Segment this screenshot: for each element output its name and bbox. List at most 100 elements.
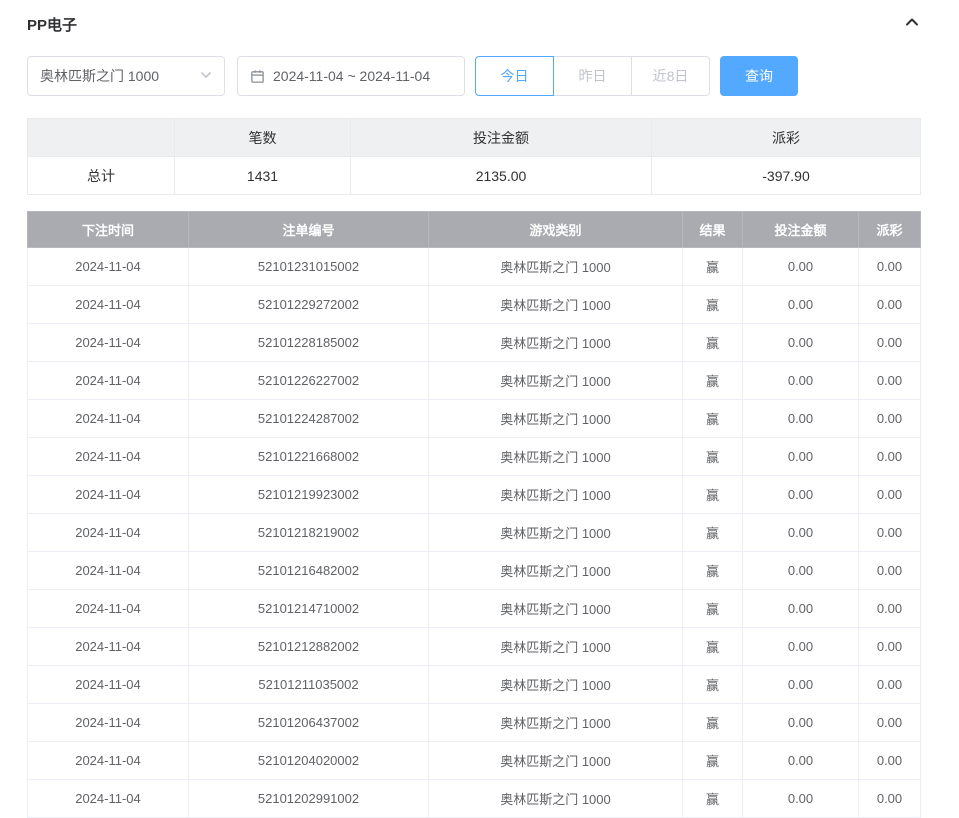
cell-bet-time: 2024-11-04 (28, 704, 189, 742)
cell-bet-amount: 0.00 (743, 286, 859, 324)
cell-bet-time: 2024-11-04 (28, 286, 189, 324)
summary-table: 笔数 投注金额 派彩 总计 1431 2135.00 -397.90 (27, 118, 921, 195)
cell-payout: 0.00 (859, 362, 921, 400)
chevron-down-icon (200, 68, 212, 84)
header-bet-time: 下注时间 (28, 212, 189, 248)
date-range-picker[interactable]: 2024-11-04 ~ 2024-11-04 (237, 56, 465, 96)
cell-bet-amount: 0.00 (743, 248, 859, 286)
table-row: 2024-11-0452101206437002奥林匹斯之门 1000赢 0.00… (28, 704, 921, 742)
cell-order-id: 52101224287002 (189, 400, 429, 438)
table-row: 2024-11-0452101218219002奥林匹斯之门 1000赢0.00… (28, 514, 921, 552)
cell-result: 赢 (683, 666, 743, 704)
cell-bet-amount: 0.00 (743, 324, 859, 362)
cell-result: 赢 (683, 628, 743, 666)
table-row: 2024-11-0452101231015002奥林匹斯之门 1000赢0.00… (28, 248, 921, 286)
cell-bet-time: 2024-11-04 (28, 400, 189, 438)
cell-game-type: 奥林匹斯之门 1000 (429, 514, 683, 552)
cell-game-type: 奥林匹斯之门 1000 (429, 400, 683, 438)
summary-header-bet-amount: 投注金额 (351, 119, 652, 157)
summary-total-count: 1431 (175, 157, 351, 195)
cell-result: 赢 (683, 780, 743, 818)
table-row: 2024-11-0452101219923002奥林匹斯之门 1000赢0.00… (28, 476, 921, 514)
pp-slots-panel: PP电子 奥林匹斯之门 1000 2024-11-04 ~ 2024-11-04… (0, 0, 959, 818)
cell-result: 赢 (683, 514, 743, 552)
cell-result: 赢 (683, 324, 743, 362)
last-8-days-button[interactable]: 近8日 (631, 56, 710, 96)
cell-payout: 0.00 (859, 476, 921, 514)
filter-bar: 奥林匹斯之门 1000 2024-11-04 ~ 2024-11-04 今日 昨… (27, 56, 920, 96)
summary-header-empty (28, 119, 175, 157)
panel-header: PP电子 (27, 12, 920, 36)
cell-order-id: 52101231015002 (189, 248, 429, 286)
cell-result: 赢 (683, 438, 743, 476)
cell-result: 赢 (683, 742, 743, 780)
summary-header-row: 笔数 投注金额 派彩 (28, 119, 921, 157)
cell-payout: 0.00 (859, 438, 921, 476)
cell-bet-amount: 0.00 (743, 628, 859, 666)
header-game-type: 游戏类别 (429, 212, 683, 248)
summary-total-bet-amount: 2135.00 (351, 157, 652, 195)
cell-result: 赢 (683, 590, 743, 628)
cell-bet-time: 2024-11-04 (28, 552, 189, 590)
summary-total-label: 总计 (28, 157, 175, 195)
cell-result: 赢 (683, 704, 743, 742)
cell-payout: 0.00 (859, 704, 921, 742)
cell-payout: 0.00 (859, 514, 921, 552)
chevron-up-icon (904, 14, 920, 35)
cell-game-type: 奥林匹斯之门 1000 (429, 780, 683, 818)
cell-payout: 0.00 (859, 400, 921, 438)
table-row: 2024-11-0452101221668002奥林匹斯之门 1000赢0.00… (28, 438, 921, 476)
table-header-row: 下注时间 注单编号 游戏类别 结果 投注金额 派彩 (28, 212, 921, 248)
summary-header-count: 笔数 (175, 119, 351, 157)
cell-order-id: 52101214710002 (189, 590, 429, 628)
cell-payout: 0.00 (859, 666, 921, 704)
cell-order-id: 52101206437002 (189, 704, 429, 742)
header-result: 结果 (683, 212, 743, 248)
search-button[interactable]: 查询 (720, 56, 798, 96)
cell-bet-amount: 0.00 (743, 666, 859, 704)
cell-bet-amount: 0.00 (743, 400, 859, 438)
collapse-button[interactable] (904, 14, 920, 35)
table-row: 2024-11-0452101224287002奥林匹斯之门 1000赢0.00… (28, 400, 921, 438)
cell-bet-amount: 0.00 (743, 590, 859, 628)
table-row: 2024-11-0452101228185002奥林匹斯之门 1000赢0.00… (28, 324, 921, 362)
cell-bet-amount: 0.00 (743, 362, 859, 400)
summary-total-row: 总计 1431 2135.00 -397.90 (28, 157, 921, 195)
header-payout: 派彩 (859, 212, 921, 248)
cell-game-type: 奥林匹斯之门 1000 (429, 552, 683, 590)
cell-game-type: 奥林匹斯之门 1000 (429, 248, 683, 286)
cell-bet-time: 2024-11-04 (28, 438, 189, 476)
bet-records-table: 下注时间 注单编号 游戏类别 结果 投注金额 派彩 2024-11-045210… (27, 211, 921, 818)
cell-bet-amount: 0.00 (743, 514, 859, 552)
cell-payout: 0.00 (859, 248, 921, 286)
cell-game-type: 奥林匹斯之门 1000 (429, 628, 683, 666)
cell-game-type: 奥林匹斯之门 1000 (429, 704, 683, 742)
panel-title: PP电子 (27, 14, 77, 35)
cell-payout: 0.00 (859, 742, 921, 780)
table-row: 2024-11-0452101216482002奥林匹斯之门 1000赢0.00… (28, 552, 921, 590)
cell-order-id: 52101228185002 (189, 324, 429, 362)
table-row: 2024-11-0452101226227002奥林匹斯之门 1000赢0.00… (28, 362, 921, 400)
cell-game-type: 奥林匹斯之门 1000 (429, 438, 683, 476)
cell-game-type: 奥林匹斯之门 1000 (429, 476, 683, 514)
table-row: 2024-11-0452101211035002奥林匹斯之门 1000赢0.00… (28, 666, 921, 704)
game-select[interactable]: 奥林匹斯之门 1000 (27, 56, 225, 96)
header-order-id: 注单编号 (189, 212, 429, 248)
quick-date-button-group: 今日 昨日 近8日 (475, 56, 710, 96)
table-row: 2024-11-0452101214710002奥林匹斯之门 1000赢0.00… (28, 590, 921, 628)
cell-bet-time: 2024-11-04 (28, 590, 189, 628)
cell-game-type: 奥林匹斯之门 1000 (429, 742, 683, 780)
cell-bet-amount: 0.00 (743, 438, 859, 476)
cell-order-id: 52101219923002 (189, 476, 429, 514)
cell-game-type: 奥林匹斯之门 1000 (429, 286, 683, 324)
table-row: 2024-11-0452101212882002奥林匹斯之门 1000赢0.00… (28, 628, 921, 666)
summary-total-payout: -397.90 (652, 157, 921, 195)
cell-result: 赢 (683, 248, 743, 286)
yesterday-button[interactable]: 昨日 (553, 56, 632, 96)
cell-bet-time: 2024-11-04 (28, 362, 189, 400)
cell-order-id: 52101221668002 (189, 438, 429, 476)
header-bet-amount: 投注金额 (743, 212, 859, 248)
cell-payout: 0.00 (859, 552, 921, 590)
cell-order-id: 52101211035002 (189, 666, 429, 704)
today-button[interactable]: 今日 (475, 56, 554, 96)
